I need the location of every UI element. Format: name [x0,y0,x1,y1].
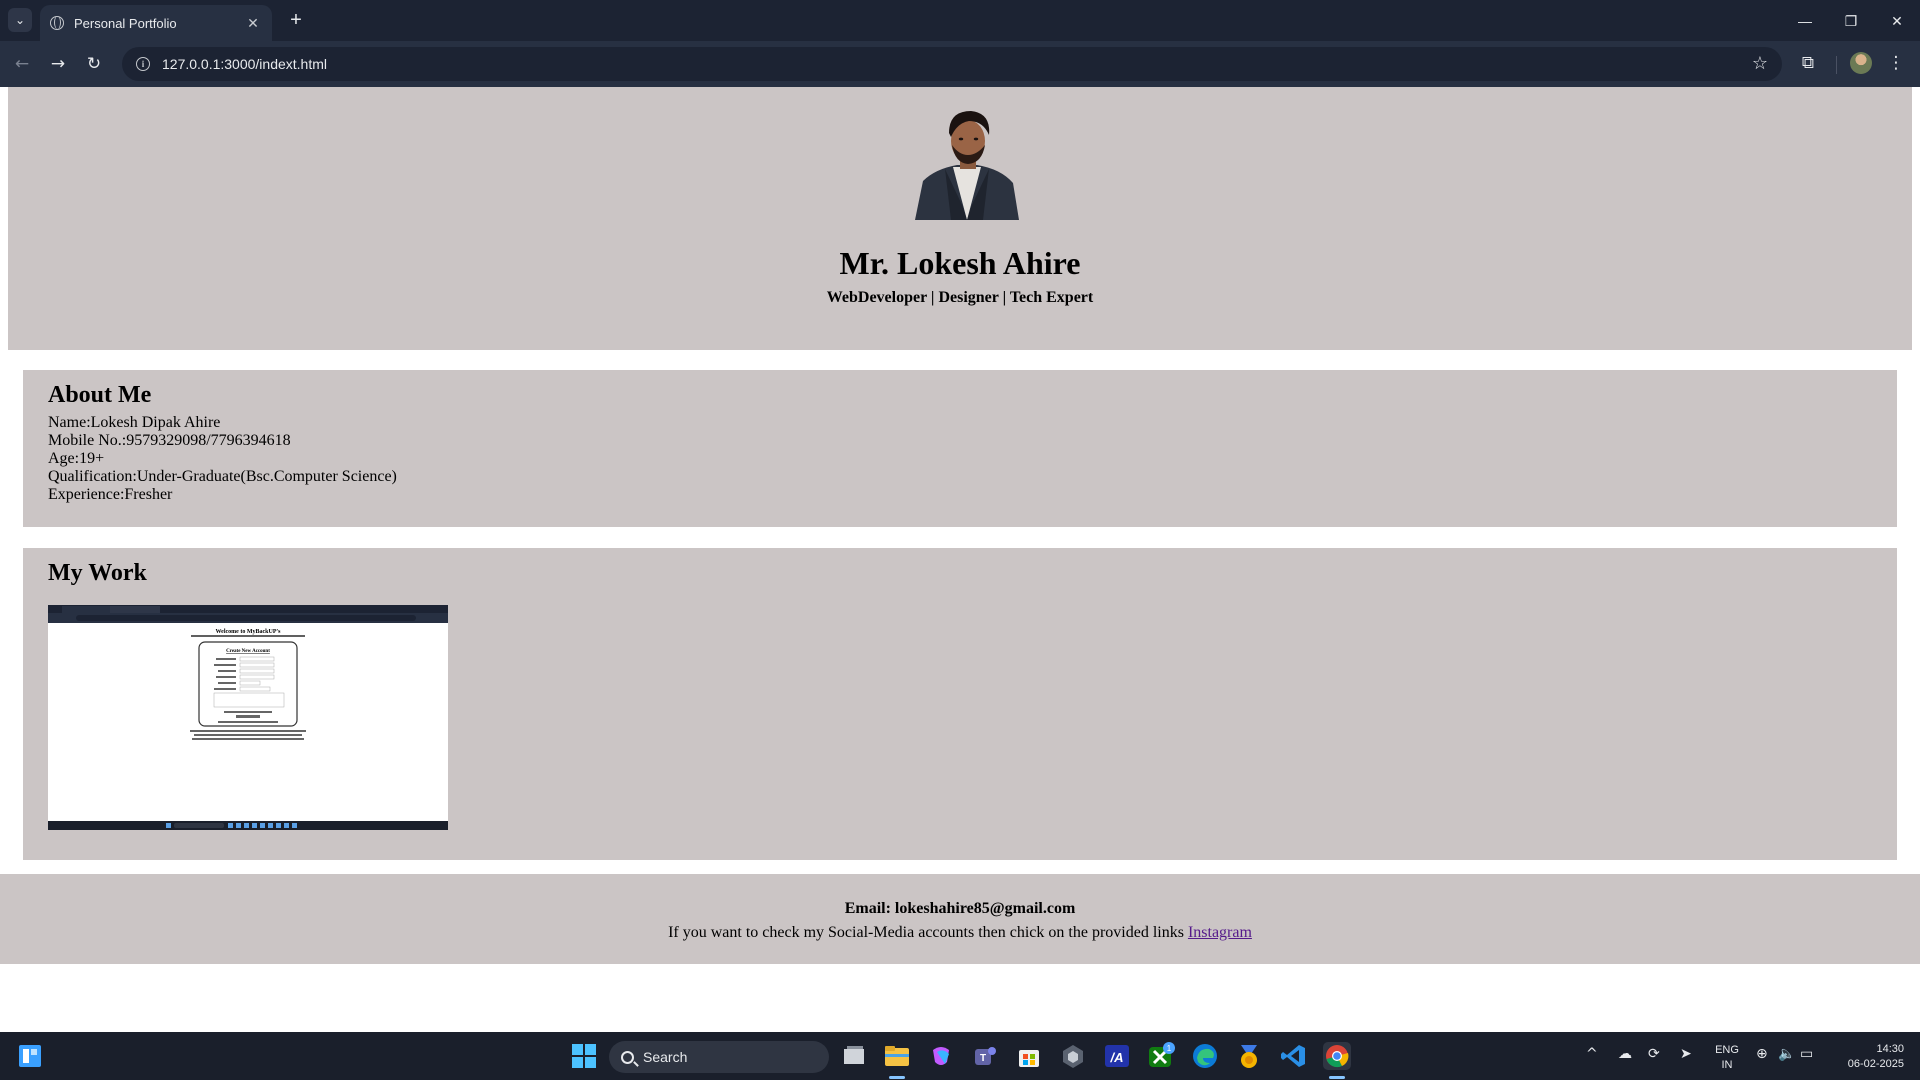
footer-email: Email: lokeshahire85@gmail.com [844,900,1076,917]
vscode-icon[interactable] [1279,1042,1307,1070]
sync-icon[interactable]: ⟳ [1648,1046,1660,1062]
windows-start-icon[interactable] [570,1042,598,1070]
portfolio-tagline: WebDeveloper | Designer | Tech Expert [826,289,1094,306]
tab-title: Personal Portfolio [74,15,177,31]
minimize-button[interactable]: — [1782,6,1828,36]
battery-icon[interactable]: ▭ [1800,1046,1813,1062]
about-experience: Experience:Fresher [48,486,173,503]
volume-icon[interactable]: 🔈 [1778,1046,1795,1062]
cube-app-icon[interactable] [1059,1042,1087,1070]
taskbar-search-box[interactable]: Search [609,1041,829,1073]
taskbar-search-label: Search [643,1049,688,1065]
work-screenshot-thumbnail[interactable]: Welcome to MyBackUP's Create New Account [48,605,448,830]
copilot-icon[interactable] [927,1042,955,1070]
site-info-icon[interactable]: i [136,57,150,71]
address-bar[interactable]: i 127.0.0.1:3000/indext.html ☆ [122,47,1782,81]
profile-avatar[interactable] [1850,52,1872,74]
thumb-form-title: Create New Account [226,649,270,654]
terminal-app-icon[interactable]: /A [1103,1042,1131,1070]
svg-text:/A: /A [1110,1050,1124,1065]
restore-button[interactable]: ❐ [1828,6,1874,36]
social-prompt-text: If you want to check my Social-Media acc… [668,924,1184,941]
toolbar-divider [1836,56,1837,74]
clock-time: 14:30 [1876,1043,1904,1055]
work-section: My Work Welcome to MyBackUP's Create New… [23,548,1897,860]
url-text: 127.0.0.1:3000/indext.html [162,56,328,72]
location-arrow-icon[interactable]: ➤ [1680,1046,1692,1062]
xbox-icon[interactable]: 1 [1147,1042,1175,1070]
edge-browser-icon[interactable] [1191,1042,1219,1070]
portfolio-page: Mr. Lokesh Ahire WebDeveloper | Designer… [0,87,1920,1032]
about-details: Name:Lokesh Dipak Ahire Mobile No.:95793… [48,414,1897,504]
portfolio-header: Mr. Lokesh Ahire WebDeveloper | Designer… [8,87,1912,350]
teams-icon[interactable]: T [971,1042,999,1070]
medal-app-icon[interactable] [1235,1042,1263,1070]
chrome-active-indicator [1329,1076,1345,1079]
show-hidden-icons-chevron-icon[interactable]: ^ [1586,1046,1598,1062]
new-tab-button[interactable]: + [284,9,308,33]
language-indicator[interactable]: ENG IN [1710,1043,1744,1073]
svg-text:T: T [980,1053,986,1064]
xbox-notification-badge: 1 [1167,1044,1172,1053]
onedrive-cloud-icon[interactable]: ☁ [1618,1046,1632,1062]
profile-photo [905,103,1028,220]
globe-icon [50,16,64,30]
network-globe-icon[interactable]: ⊕ [1756,1046,1768,1062]
portfolio-footer: Email: lokeshahire85@gmail.com If you wa… [0,874,1920,964]
about-heading: About Me [48,382,152,408]
about-mobile: Mobile No.:9579329098/7796394618 [48,432,291,449]
windows-taskbar: Search T /A 1 ^ ☁ ⟳ ➤ ENG IN ⊕ � [0,1032,1920,1080]
tab-close-icon[interactable]: ✕ [244,15,262,32]
file-explorer-active-indicator [889,1076,905,1079]
chrome-icon[interactable] [1323,1042,1351,1070]
back-arrow-icon[interactable]: ← [8,50,36,78]
region-code: IN [1721,1059,1733,1071]
thumb-title: Welcome to MyBackUP's [216,629,282,635]
language-code: ENG [1715,1044,1739,1056]
instagram-link[interactable]: Instagram [1188,924,1252,941]
clock-date: 06-02-2025 [1847,1058,1904,1070]
about-qualification: Qualification:Under-Graduate(Bsc.Compute… [48,468,397,485]
forward-arrow-icon[interactable]: → [44,50,72,78]
file-explorer-icon[interactable] [883,1042,911,1070]
task-view-icon[interactable] [840,1042,868,1070]
about-section: About Me Name:Lokesh Dipak Ahire Mobile … [23,370,1897,527]
about-age: Age:19+ [48,450,105,467]
about-name: Name:Lokesh Dipak Ahire [48,414,221,431]
search-icon [621,1050,634,1064]
close-window-button[interactable]: ✕ [1874,6,1920,36]
reload-icon[interactable]: ↻ [80,50,108,78]
bookmark-star-icon[interactable]: ☆ [1752,53,1768,74]
browser-menu-icon[interactable]: ⋮ [1884,53,1908,77]
clock[interactable]: 14:30 06-02-2025 [1832,1042,1904,1072]
browser-toolbar: ← → ↻ i 127.0.0.1:3000/indext.html ☆ ⧉ ⋮ [0,41,1920,87]
microsoft-store-icon[interactable] [1015,1042,1043,1070]
work-heading: My Work [48,560,147,586]
extensions-puzzle-icon[interactable]: ⧉ [1796,53,1820,77]
footer-social-text: If you want to check my Social-Media acc… [0,924,1920,942]
browser-tab-bar: ⌄ Personal Portfolio ✕ + — ❐ ✕ [0,0,1920,41]
browser-tab[interactable]: Personal Portfolio ✕ [40,5,272,41]
tab-search-chevron-icon[interactable]: ⌄ [8,8,32,32]
widgets-icon[interactable] [18,1044,42,1068]
portfolio-owner-name: Mr. Lokesh Ahire [839,245,1081,281]
